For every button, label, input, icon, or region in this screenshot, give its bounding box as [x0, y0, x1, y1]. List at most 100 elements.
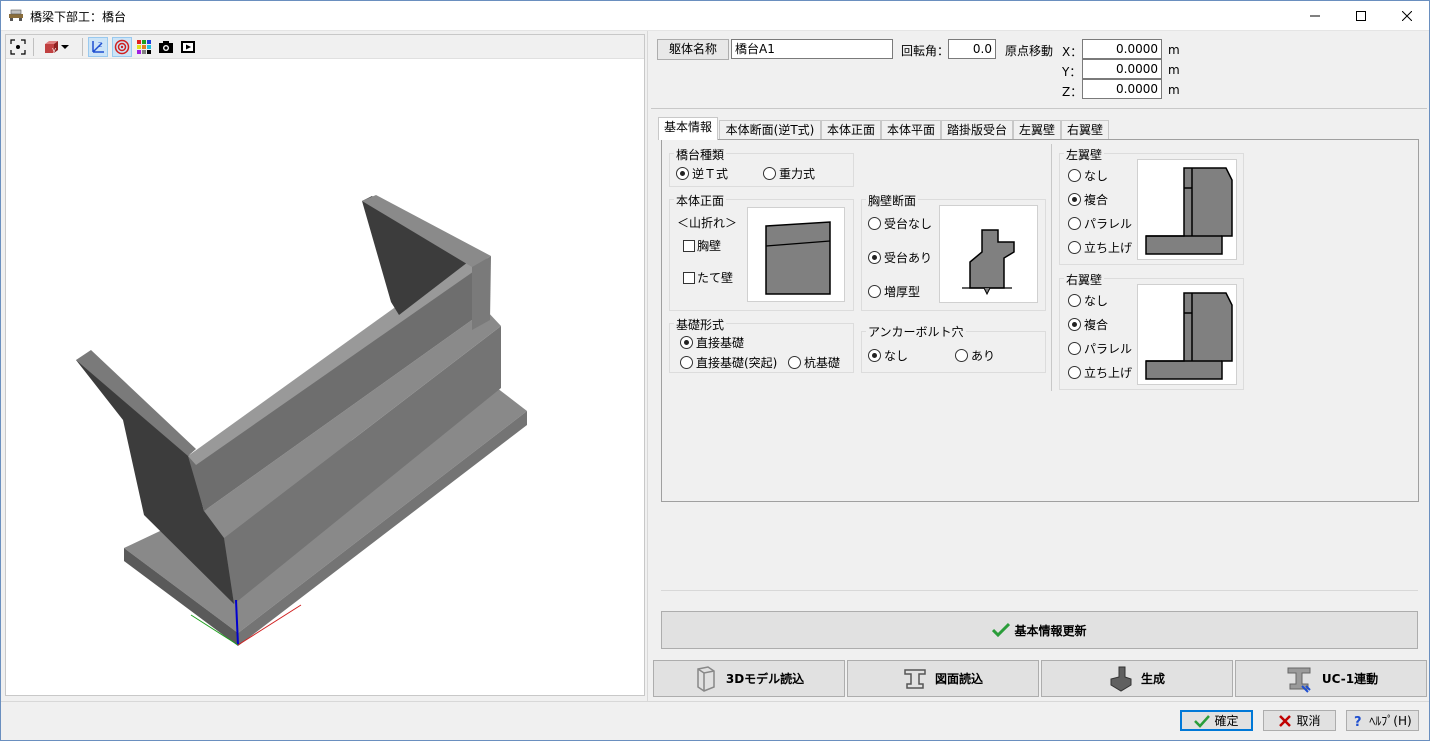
radio-label: 複合 — [1084, 318, 1109, 332]
foundation-label: 基礎形式 — [674, 316, 727, 333]
radio-label: 直接基礎(突起) — [696, 356, 778, 370]
radio-inverted-t[interactable]: 逆Ｔ式 — [676, 165, 728, 182]
radio-label: 杭基礎 — [804, 356, 841, 370]
radio-thickened[interactable]: 増厚型 — [868, 283, 920, 300]
rotation-label: 回転角： — [901, 44, 950, 58]
unit-z: m — [1168, 83, 1180, 97]
close-button[interactable] — [1384, 0, 1430, 31]
rotation-input[interactable]: 0.0 — [948, 39, 996, 59]
radio-label: 複合 — [1084, 193, 1109, 207]
radio-left-wing-parallel[interactable]: パラレル — [1068, 215, 1132, 232]
uc1-link-button[interactable]: UC-1連動 — [1235, 660, 1427, 697]
unit-y: m — [1168, 63, 1180, 77]
minimize-icon — [1310, 15, 1320, 16]
3d-model-icon — [697, 665, 715, 692]
tab-basic-info[interactable]: 基本情報 — [658, 117, 718, 140]
axis-icon: Z — [92, 41, 104, 53]
radio-left-wing-composite[interactable]: 複合 — [1068, 191, 1108, 208]
load-3d-model-button[interactable]: 3Dモデル読込 — [653, 660, 845, 697]
radio-right-wing-raised[interactable]: 立ち上げ — [1068, 364, 1132, 381]
help-button[interactable]: ? ﾍﾙﾌﾟ(H) — [1346, 710, 1419, 731]
origin-x-input[interactable]: 0.0000 — [1082, 39, 1162, 59]
radio-gravity[interactable]: 重力式 — [763, 165, 815, 182]
title-bar: 橋梁下部工：橋台 — [0, 0, 1430, 31]
tab-body-section[interactable]: 本体断面(逆T式) — [719, 120, 821, 140]
tab-body-front[interactable]: 本体正面 — [821, 120, 881, 140]
radio-label: 直接基礎 — [696, 336, 745, 350]
target-button[interactable] — [112, 37, 132, 57]
ok-button[interactable]: 確定 — [1180, 710, 1253, 731]
radio-circle — [1068, 193, 1081, 206]
maximize-button[interactable] — [1338, 0, 1384, 31]
radio-circle — [676, 167, 689, 180]
right-wing-label: 右翼壁 — [1064, 271, 1105, 288]
radio-label: 逆Ｔ式 — [692, 167, 729, 181]
right-wing-diagram — [1137, 284, 1237, 385]
radio-direct-foundation[interactable]: 直接基礎 — [680, 334, 744, 351]
3d-viewer[interactable]: y Z — [5, 34, 645, 696]
mountain-fold-note: ＜山折れ＞ — [677, 216, 738, 230]
splitter[interactable] — [647, 31, 651, 701]
radio-direct-foundation-projection[interactable]: 直接基礎(突起) — [680, 354, 777, 371]
axis-toggle-button[interactable]: Z — [88, 37, 108, 57]
tab-right-wing[interactable]: 右翼壁 — [1061, 120, 1109, 140]
radio-anchor-yes[interactable]: あり — [955, 347, 995, 364]
minimize-button[interactable] — [1292, 0, 1338, 31]
tab-left-wing[interactable]: 左翼壁 — [1013, 120, 1061, 140]
body-front-figure — [765, 221, 831, 295]
cancel-button[interactable]: 取消 — [1263, 710, 1336, 731]
x-label: X： — [1062, 45, 1083, 59]
update-basic-info-button[interactable]: 基本情報更新 — [661, 611, 1418, 649]
tab-approach-slab-seat[interactable]: 踏掛版受台 — [941, 120, 1013, 140]
load-drawing-button[interactable]: 図面読込 — [847, 660, 1039, 697]
animation-button[interactable] — [178, 37, 198, 57]
camera-icon — [159, 41, 173, 53]
radio-right-wing-parallel[interactable]: パラレル — [1068, 340, 1132, 357]
cancel-label: 取消 — [1296, 714, 1321, 728]
radio-label: パラレル — [1084, 217, 1133, 231]
radio-circle — [868, 285, 881, 298]
generate-icon — [1110, 666, 1132, 692]
body-name-label: 躯体名称 — [657, 39, 729, 60]
radio-circle — [680, 336, 693, 349]
origin-z-input[interactable]: 0.0000 — [1082, 79, 1162, 99]
generate-button[interactable]: 生成 — [1041, 660, 1233, 697]
check-icon — [1194, 714, 1211, 728]
body-front-label: 本体正面 — [674, 192, 727, 209]
check-vertical-wall[interactable]: たて壁 — [683, 269, 733, 286]
radio-circle — [680, 356, 693, 369]
view-direction-dropdown[interactable]: y — [38, 37, 74, 57]
movie-icon — [181, 41, 195, 53]
tab-body-plan[interactable]: 本体平面 — [881, 120, 941, 140]
target-icon — [114, 39, 130, 55]
check-icon — [992, 622, 1011, 638]
radio-label: 受台なし — [884, 217, 933, 231]
radio-right-wing-composite[interactable]: 複合 — [1068, 316, 1108, 333]
uc1-link-icon — [1287, 667, 1311, 693]
body-name-input[interactable]: 橋台A1 — [731, 39, 893, 59]
radio-with-seat[interactable]: 受台あり — [868, 249, 932, 266]
basic-info-panel: 橋台種類 逆Ｔ式 重力式 本体正面 ＜山折れ＞ 胸壁 たて壁 胸壁断面 受台なし… — [661, 139, 1419, 502]
drawing-icon — [904, 668, 926, 689]
svg-text:Z: Z — [98, 42, 102, 49]
radio-circle — [1068, 366, 1081, 379]
screenshot-button[interactable] — [156, 37, 176, 57]
fit-view-button[interactable] — [8, 37, 28, 57]
color-palette-icon — [137, 40, 151, 54]
radio-pile-foundation[interactable]: 杭基礎 — [788, 354, 840, 371]
bridge-app-icon — [9, 9, 23, 21]
check-parapet[interactable]: 胸壁 — [683, 237, 721, 254]
panel-divider — [661, 590, 1418, 591]
abutment-3d-model — [76, 195, 527, 646]
fit-view-icon — [10, 39, 26, 55]
generate-label: 生成 — [1140, 672, 1165, 686]
radio-anchor-none[interactable]: なし — [868, 347, 908, 364]
radio-right-wing-none[interactable]: なし — [1068, 292, 1108, 309]
radio-left-wing-none[interactable]: なし — [1068, 167, 1108, 184]
radio-no-seat[interactable]: 受台なし — [868, 215, 932, 232]
color-palette-button[interactable] — [134, 37, 154, 57]
origin-y-input[interactable]: 0.0000 — [1082, 59, 1162, 79]
radio-circle — [1068, 342, 1081, 355]
radio-left-wing-raised[interactable]: 立ち上げ — [1068, 239, 1132, 256]
radio-circle — [1068, 169, 1081, 182]
